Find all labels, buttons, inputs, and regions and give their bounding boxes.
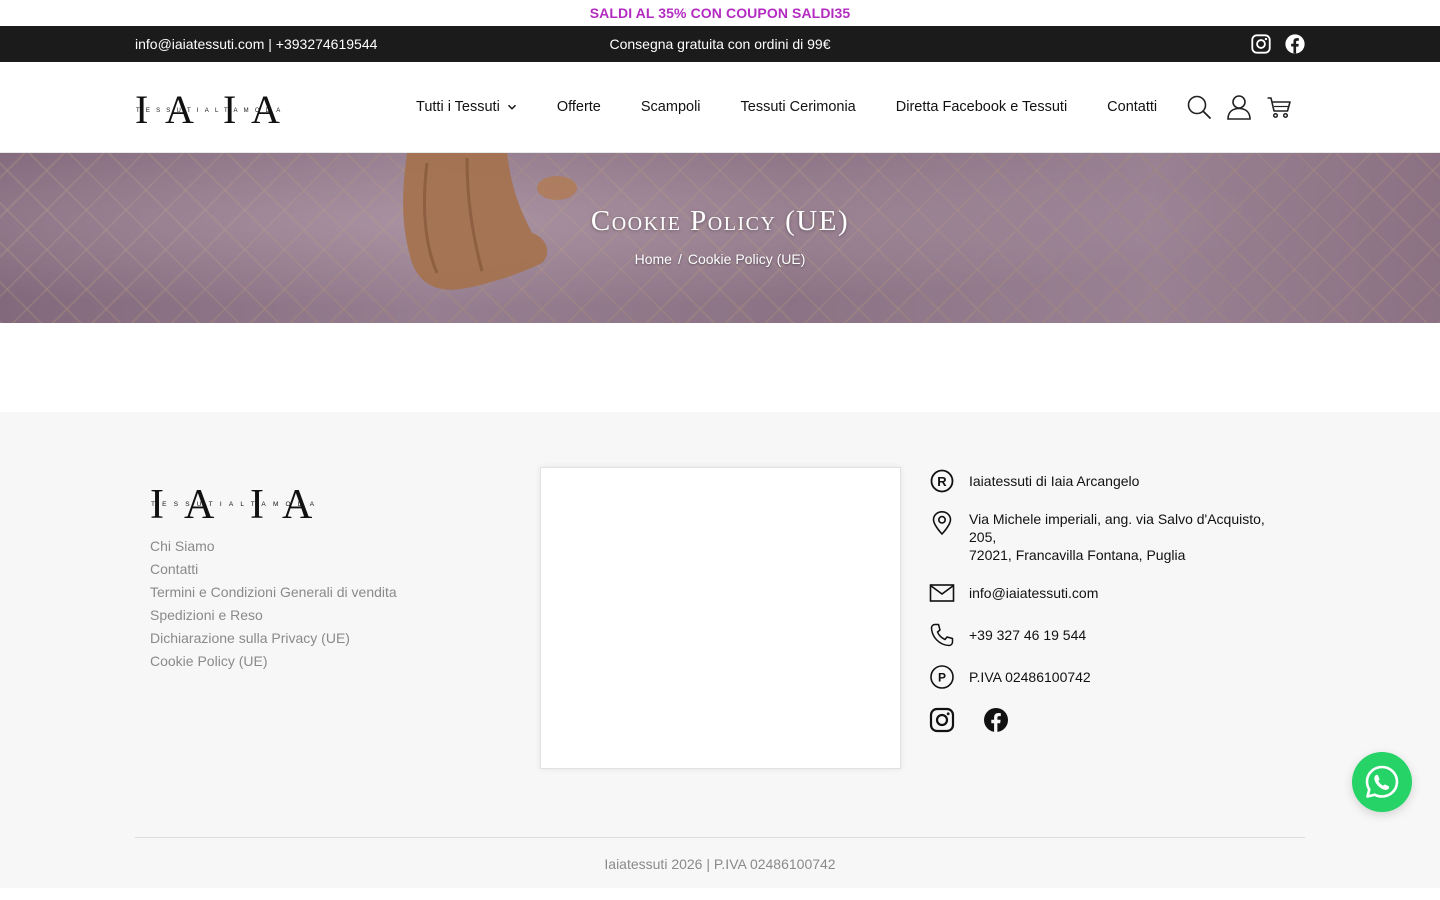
whatsapp-icon [1364,764,1400,800]
nav-offerte[interactable]: Offerte [557,99,601,115]
nav-diretta-facebook[interactable]: Diretta Facebook e Tessuti [896,99,1067,115]
site-footer: I A I A TESSUTIALTAMODA Chi Siamo Contat… [0,412,1440,888]
topbar-shipping: Consegna gratuita con ordini di 99€ [609,36,831,52]
contact-phone: +39 327 46 19 544 [929,622,1289,648]
user-icon[interactable] [1226,94,1252,120]
contact-vat: P P.IVA 02486100742 [929,664,1289,690]
whatsapp-chat-button[interactable] [1352,752,1412,812]
footer-contacts: R Iaiatessuti di Iaia Arcangelo Via Mich… [929,468,1289,706]
footer-logo[interactable]: I A I A TESSUTIALTAMODA [150,482,335,528]
map-embed[interactable] [540,467,901,769]
facebook-icon[interactable] [983,707,1009,733]
footer-divider [135,837,1305,838]
location-pin-icon [929,510,955,536]
mail-icon [929,580,955,606]
page-content [0,323,1440,412]
footer-copyright: Iaiatessuti 2026 | P.IVA 02486100742 [604,856,836,872]
facebook-icon[interactable] [1284,33,1306,55]
site-header: I A I A TESSUTIALTAMODA Tutti i Tessuti … [0,62,1440,153]
svg-text:P: P [938,671,946,685]
breadcrumb: Home / Cookie Policy (UE) [0,251,1440,267]
top-bar: info@iaiatessuti.com | +393274619544 Con… [0,26,1440,62]
instagram-icon[interactable] [1250,33,1272,55]
cart-icon[interactable] [1266,94,1292,120]
hero-overlay [0,153,1440,323]
company-name: Iaiatessuti di Iaia Arcangelo [969,473,1140,489]
nav-scampoli[interactable]: Scampoli [641,99,701,115]
breadcrumb-current: Cookie Policy (UE) [687,251,806,267]
page-title: Cookie Policy (UE) [590,205,850,237]
footer-links: Chi Siamo Contatti Termini e Condizioni … [150,537,397,670]
phone-link[interactable]: +39 327 46 19 544 [969,622,1086,644]
footer-link-contatti[interactable]: Contatti [150,560,397,578]
topbar-contact[interactable]: info@iaiatessuti.com | +393274619544 [135,36,377,52]
promo-bar: SALDI AL 35% CON COUPON SALDI35 [0,0,1440,26]
vat-number: P.IVA 02486100742 [969,669,1091,685]
svg-text:TESSUTIALTAMODA: TESSUTIALTAMODA [151,501,321,508]
contact-company: R Iaiatessuti di Iaia Arcangelo [929,468,1289,494]
footer-link-privacy[interactable]: Dichiarazione sulla Privacy (UE) [150,629,397,647]
svg-text:R: R [937,474,947,489]
nav-tessuti-cerimonia[interactable]: Tessuti Cerimonia [741,99,856,115]
chevron-down-icon [507,102,517,112]
promo-text: SALDI AL 35% CON COUPON SALDI35 [589,5,851,21]
contact-address: Via Michele imperiali, ang. via Salvo d'… [929,510,1289,564]
breadcrumb-home[interactable]: Home [635,251,672,267]
main-nav: Tutti i Tessuti Offerte Scampoli Tessuti… [416,62,1157,152]
svg-text:TESSUTIALTAMODA: TESSUTIALTAMODA [136,108,286,114]
header-actions [1186,62,1292,152]
registered-icon: R [929,468,955,494]
email-link[interactable]: info@iaiatessuti.com [969,580,1098,602]
footer-link-cookie[interactable]: Cookie Policy (UE) [150,652,397,670]
phone-icon [929,622,955,648]
address-line-1: Via Michele imperiali, ang. via Salvo d'… [969,511,1265,545]
parking-p-icon: P [929,664,955,690]
contact-email: info@iaiatessuti.com [929,580,1289,606]
footer-link-termini[interactable]: Termini e Condizioni Generali di vendita [150,583,397,601]
address-line-2: 72021, Francavilla Fontana, Puglia [969,547,1186,563]
nav-label: Tutti i Tessuti [416,99,500,115]
nav-contatti[interactable]: Contatti [1107,99,1157,115]
footer-social [929,707,1009,733]
address-text: Via Michele imperiali, ang. via Salvo d'… [969,510,1289,564]
search-icon[interactable] [1186,94,1212,120]
instagram-icon[interactable] [929,707,955,733]
breadcrumb-separator: / [677,251,682,267]
footer-link-spedizioni[interactable]: Spedizioni e Reso [150,606,397,624]
nav-tutti-i-tessuti[interactable]: Tutti i Tessuti [416,99,517,115]
page-hero: Cookie Policy (UE) Home / Cookie Policy (U… [0,153,1440,323]
footer-link-chi-siamo[interactable]: Chi Siamo [150,537,397,555]
site-logo[interactable]: I A I A TESSUTIALTAMODA [135,87,297,132]
